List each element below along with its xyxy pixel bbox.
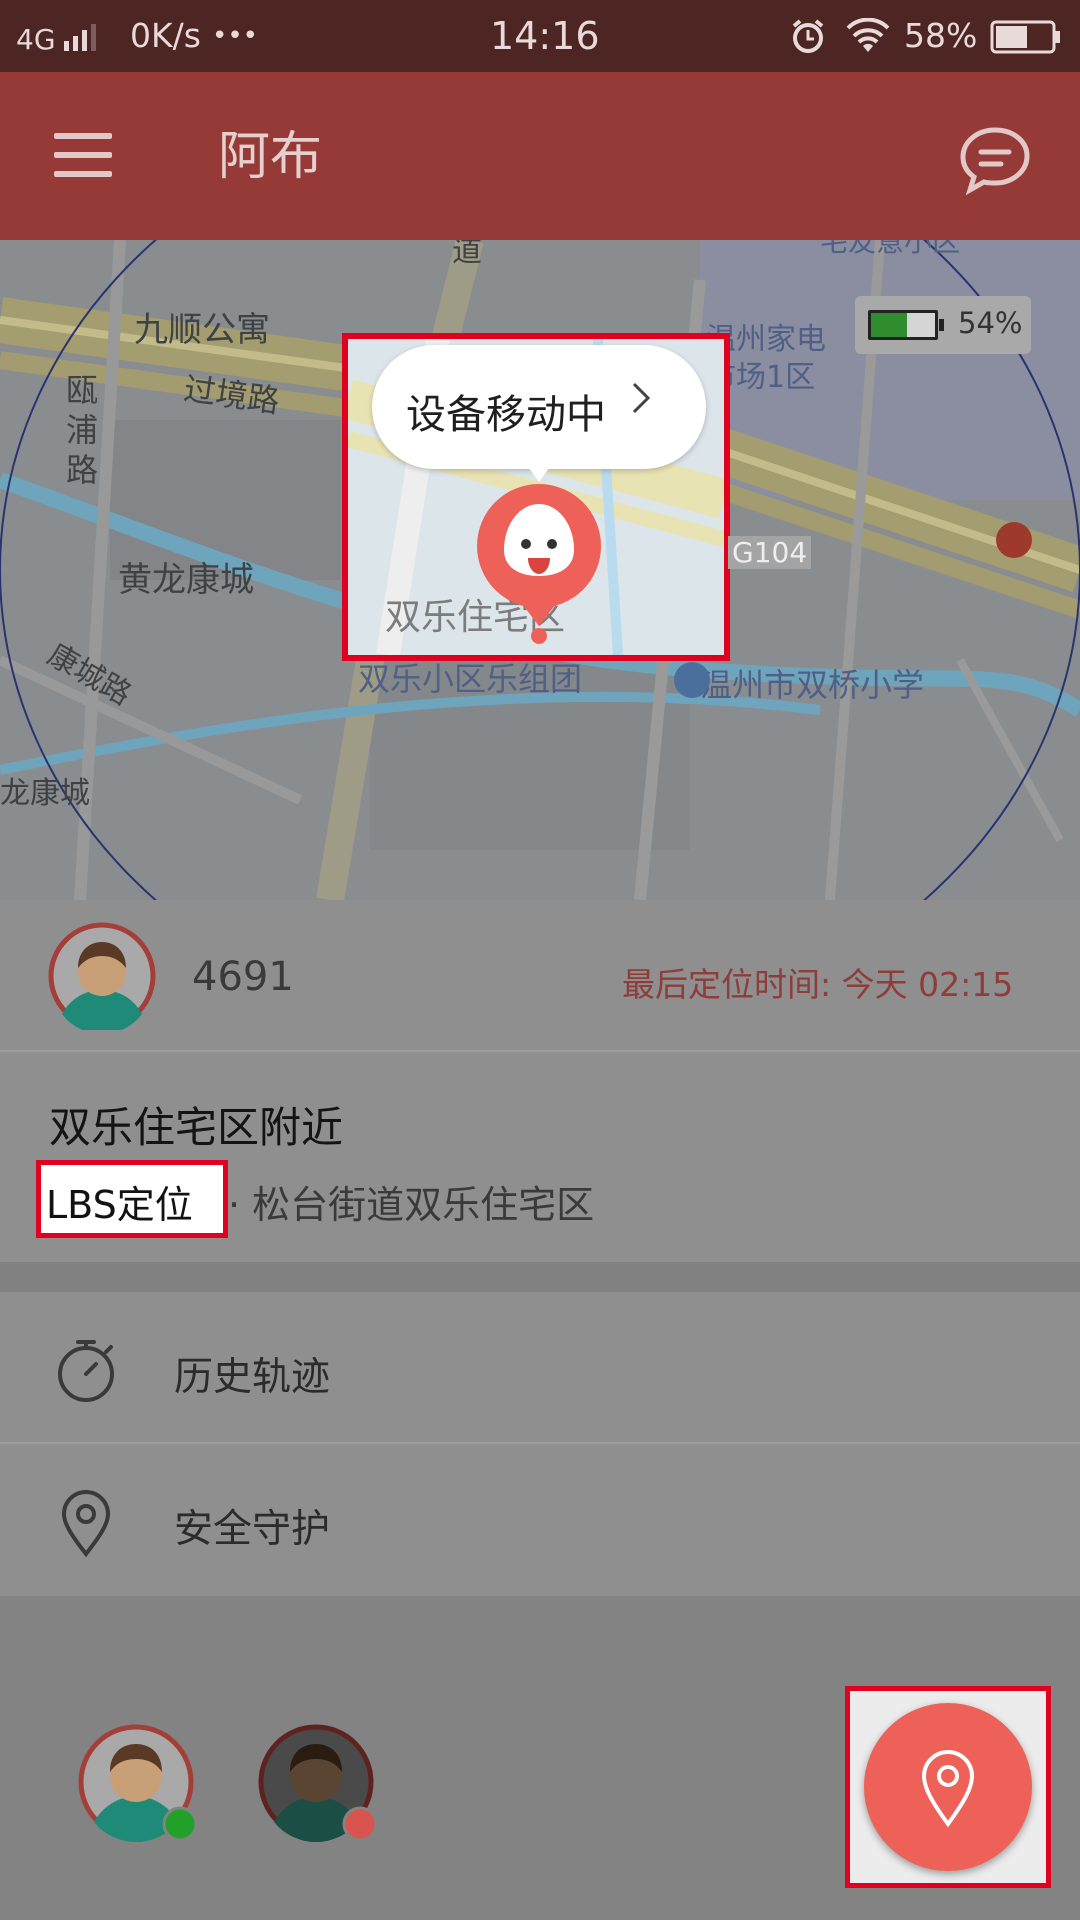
alarm-icon bbox=[790, 18, 826, 63]
page-title: 阿布 bbox=[218, 127, 323, 187]
location-pin-icon bbox=[58, 1488, 114, 1562]
device-avatar-online[interactable] bbox=[78, 1724, 200, 1848]
clock: 14:16 bbox=[490, 14, 600, 58]
avatar[interactable] bbox=[48, 922, 156, 1034]
battery-percent: 58% bbox=[904, 16, 978, 55]
device-avatar-offline[interactable] bbox=[258, 1724, 380, 1848]
gas-station-icon bbox=[996, 522, 1032, 558]
locate-pin-icon bbox=[918, 1748, 978, 1832]
map-label: 道 bbox=[452, 240, 482, 269]
location-street: · 松台街道双乐住宅区 bbox=[228, 1183, 595, 1227]
wifi-icon bbox=[846, 17, 890, 63]
history-track-row[interactable] bbox=[0, 1292, 1080, 1442]
school-icon bbox=[674, 662, 710, 698]
location-name: 双乐住宅区附近 bbox=[49, 1103, 344, 1152]
device-status-text: 设备移动中 bbox=[406, 392, 606, 438]
status-bar: 4G 0K/s ••• 14:16 58% bbox=[0, 0, 1080, 72]
menu-icon[interactable] bbox=[54, 133, 112, 179]
signal-icon bbox=[62, 22, 102, 62]
stopwatch-icon bbox=[54, 1338, 118, 1408]
section-gap bbox=[0, 1262, 1080, 1292]
map-label: 温州市双桥小学 bbox=[700, 666, 925, 704]
map-label: 九顺公寓 bbox=[134, 310, 270, 350]
more-dots: ••• bbox=[212, 21, 259, 51]
message-icon[interactable] bbox=[958, 124, 1032, 196]
road-shield-g104: G104 bbox=[728, 536, 812, 569]
map-label: 宅友意小区 bbox=[820, 240, 961, 258]
network-speed: 0K/s bbox=[130, 16, 201, 55]
chevron-right-icon bbox=[630, 380, 654, 426]
safety-guard-row[interactable] bbox=[0, 1444, 1080, 1594]
location-method: LBS定位 bbox=[46, 1183, 193, 1227]
device-pin-icon[interactable] bbox=[474, 478, 604, 648]
map-label: 瓯浦路 bbox=[66, 371, 99, 489]
safety-guard-label: 安全守护 bbox=[174, 1507, 331, 1552]
map-label: 龙康城 bbox=[0, 776, 90, 811]
device-battery-percent: 54% bbox=[958, 306, 1023, 340]
battery-icon bbox=[990, 20, 1062, 63]
history-track-label: 历史轨迹 bbox=[174, 1355, 331, 1400]
battery-icon bbox=[866, 308, 946, 346]
map-label: 黄龙康城 bbox=[118, 560, 254, 600]
network-type: 4G bbox=[16, 23, 56, 56]
last-location-time: 最后定位时间: 今天 02:15 bbox=[622, 965, 1014, 1004]
app-bar bbox=[0, 72, 1080, 240]
divider bbox=[0, 1050, 1080, 1052]
device-id: 4691 bbox=[192, 954, 294, 1000]
